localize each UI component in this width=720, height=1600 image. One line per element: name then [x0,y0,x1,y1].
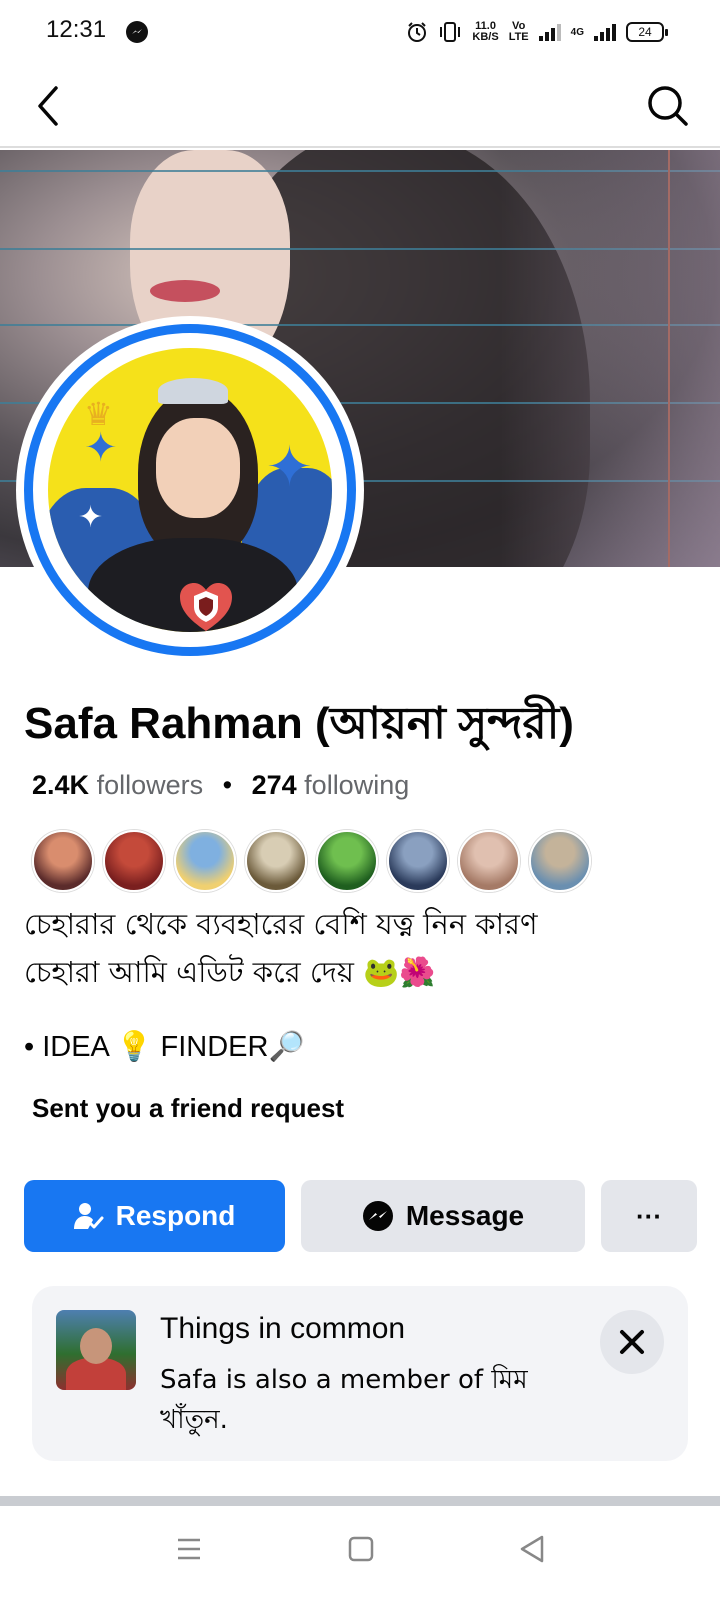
friend-avatar[interactable] [387,830,449,892]
system-back-button[interactable] [518,1534,546,1568]
message-label: Message [405,1200,525,1231]
friends-avatar-row [32,830,591,892]
group-thumbnail [56,1310,136,1390]
status-icons: 11.0 KB/S Vo LTE 4G 24 [406,18,668,46]
friend-avatar[interactable] [316,830,378,892]
profile-tagline: • IDEA 💡 FINDER🔎 [24,1031,305,1063]
messenger-icon [362,1201,393,1231]
cover-lips-shape [150,280,220,302]
common-title: Things in common [160,1312,406,1345]
stats-separator: • [222,770,233,800]
star-icon: ✦ [78,500,104,535]
following-label[interactable]: following [304,770,409,800]
cover-highlight [500,150,720,567]
dismiss-button[interactable] [600,1310,664,1374]
status-bar: 12:31 11.0 KB/S Vo LTE 4G 24 [0,0,720,64]
search-icon [648,86,688,126]
friend-avatar[interactable] [458,830,520,892]
following-count[interactable]: 274 [252,770,297,800]
volte-indicator: Vo LTE [509,21,529,43]
chevron-left-icon [38,86,58,126]
close-icon [620,1330,644,1354]
net-speed-unit: KB/S [472,31,499,43]
profile-name: Safa Rahman (আয়না সুন্দরী) [24,699,574,748]
square-icon [348,1536,374,1562]
friend-avatar[interactable] [103,830,165,892]
star-icon: ✦ [266,435,313,500]
follow-stats: 2.4K followers • 274 following [32,770,409,801]
system-navigation-bar [0,1506,720,1600]
recent-apps-button[interactable] [176,1536,202,1566]
vibrate-icon [440,22,461,42]
profile-bio: চেহারার থেকে ব্যবহারের বেশি যত্ন নিন কার… [24,900,704,996]
avatar-ring: ✦ ✦ ✦ ♛ [24,324,356,656]
bio-line: চেহারা আমি এডিট করে দেয় 🐸🌺 [24,955,436,989]
avatar-face-shape [156,418,240,518]
message-button[interactable]: Message [301,1180,585,1252]
friend-request-status: Sent you a friend request [32,1093,345,1123]
network-type: 4G [570,26,584,38]
friend-avatar[interactable] [32,830,94,892]
profile-avatar[interactable]: ✦ ✦ ✦ ♛ [16,316,364,664]
common-text: Safa is also a member of মিম খাঁতুন. [160,1365,528,1435]
menu-icon [178,1538,200,1560]
thumb-shape [80,1328,112,1364]
volte-bottom: LTE [508,31,529,43]
more-icon: ··· [636,1200,662,1231]
back-button[interactable] [30,84,70,128]
network-speed: 11.0 KB/S [472,21,498,43]
signal-icon-2 [594,23,616,41]
friend-avatar[interactable] [529,830,591,892]
followers-count[interactable]: 2.4K [32,770,89,800]
home-button[interactable] [348,1536,374,1566]
messenger-notification-icon [126,21,148,43]
bio-line: চেহারার থেকে ব্যবহারের বেশি যত্ন নিন কার… [24,907,538,941]
followers-label[interactable]: followers [97,770,204,800]
things-in-common-card[interactable]: Things in common Safa is also a member o… [32,1286,688,1461]
respond-button[interactable]: Respond [24,1180,285,1252]
more-options-button[interactable]: ··· [601,1180,697,1252]
star-icon: ✦ [84,425,118,471]
crown-icon: ♛ [84,395,113,433]
alarm-icon [408,22,427,42]
friend-avatar[interactable] [174,830,236,892]
top-navigation [0,64,720,148]
friend-avatar[interactable] [245,830,307,892]
search-button[interactable] [646,84,690,128]
triangle-back-icon [520,1535,544,1563]
person-check-icon [73,1203,104,1229]
profile-guard-shield-icon [178,581,234,633]
respond-label: Respond [115,1200,236,1231]
avatar-crown-shape [158,378,228,404]
battery-icon: 24 [626,22,668,42]
section-divider [0,1496,720,1506]
signal-icon [538,23,561,41]
status-time: 12:31 [46,16,107,43]
